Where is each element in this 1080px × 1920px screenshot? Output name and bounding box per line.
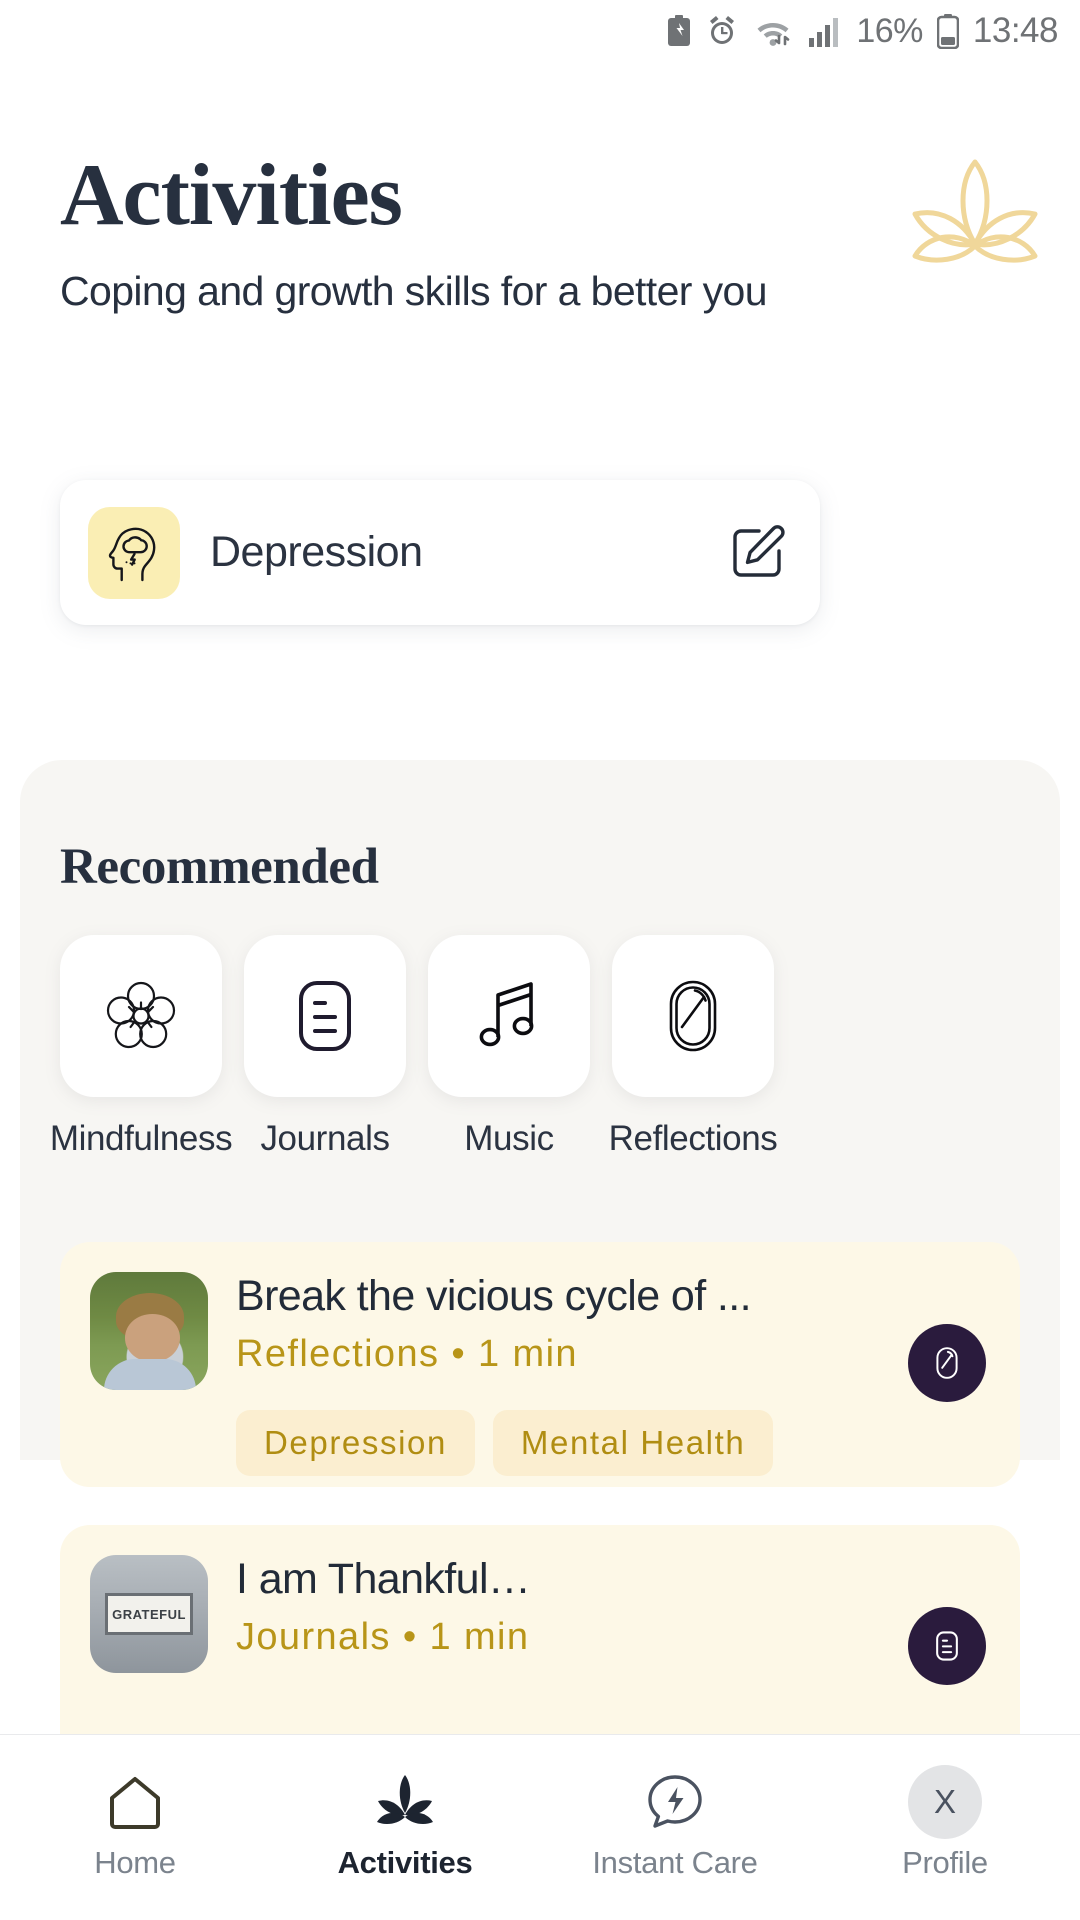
nav-label: Activities	[337, 1845, 473, 1880]
activity-badge-mirror-icon[interactable]	[908, 1324, 986, 1402]
category-row: Mindfulness Journals Music Reflections	[50, 935, 1020, 1159]
nav-label: Instant Care	[592, 1845, 758, 1880]
category-tile[interactable]	[60, 935, 222, 1097]
status-clock: 13:48	[972, 11, 1059, 50]
category-label: Music	[464, 1119, 554, 1158]
category-tile[interactable]	[612, 935, 774, 1097]
nav-label: Home	[94, 1845, 176, 1880]
activity-duration: 1 min	[478, 1333, 578, 1375]
activity-card[interactable]: Break the vicious cycle of ... Reflectio…	[60, 1242, 1020, 1487]
status-bar: 16% 13:48	[0, 0, 1080, 62]
wifi-icon	[752, 14, 794, 48]
nav-label: Profile	[902, 1845, 988, 1880]
edit-pencil-icon[interactable]	[722, 518, 792, 588]
home-icon	[104, 1765, 166, 1839]
topic-card-depression[interactable]: Depression	[60, 480, 820, 625]
flower-icon	[106, 981, 176, 1049]
activity-tags: Depression Mental Health	[236, 1410, 990, 1476]
app-screen: 16% 13:48 Activities Coping and growth s…	[0, 0, 1080, 1920]
category-tile[interactable]	[428, 935, 590, 1097]
music-note-icon	[479, 982, 534, 1047]
bottom-navigation: Home Activities Instant Care X Profile	[0, 1734, 1080, 1920]
nav-item-home[interactable]: Home	[0, 1765, 270, 1881]
category-journals[interactable]: Journals	[244, 935, 406, 1159]
head-depression-icon	[88, 506, 180, 599]
category-label: Mindfulness	[49, 1119, 233, 1158]
alarm-icon	[706, 14, 738, 48]
lotus-icon	[368, 1765, 442, 1839]
activity-duration: 1 min	[429, 1616, 530, 1658]
battery-saver-icon	[666, 14, 692, 48]
nav-item-activities[interactable]: Activities	[270, 1765, 540, 1881]
meta-separator: •	[451, 1333, 467, 1375]
avatar-icon: X	[908, 1765, 982, 1839]
page-subtitle: Coping and growth skills for a better yo…	[60, 268, 768, 314]
activity-meta: Journals • 1 min	[236, 1616, 990, 1659]
nav-item-instant-care[interactable]: Instant Care	[540, 1765, 810, 1881]
page-title: Activities	[60, 147, 403, 244]
meta-separator: •	[402, 1616, 418, 1658]
category-music[interactable]: Music	[428, 935, 590, 1159]
battery-percent-label: 16%	[856, 11, 923, 50]
activity-title: I am Thankful…	[236, 1555, 531, 1603]
lotus-icon	[860, 150, 1080, 280]
activity-meta: Reflections • 1 min	[236, 1333, 990, 1376]
category-tile[interactable]	[244, 935, 406, 1097]
category-label: Reflections	[608, 1119, 778, 1158]
mirror-icon	[669, 980, 717, 1052]
category-reflections[interactable]: Reflections	[609, 935, 778, 1159]
topic-label: Depression	[210, 528, 423, 576]
activity-category: Journals	[236, 1616, 391, 1658]
thumbnail-text: GRATEFUL	[105, 1592, 193, 1636]
activity-tag[interactable]: Mental Health	[492, 1410, 774, 1476]
activity-thumbnail	[90, 1272, 208, 1390]
recommended-heading: Recommended	[60, 839, 379, 895]
activity-thumbnail: GRATEFUL	[90, 1555, 208, 1673]
category-mindfulness[interactable]: Mindfulness	[50, 935, 233, 1159]
activity-category: Reflections	[236, 1333, 440, 1375]
category-label: Journals	[260, 1119, 390, 1158]
bolt-chat-icon	[644, 1765, 706, 1839]
battery-icon	[936, 13, 959, 49]
avatar: X	[908, 1765, 982, 1839]
activity-title: Break the vicious cycle of ...	[236, 1272, 752, 1320]
nav-item-profile[interactable]: X Profile	[810, 1765, 1080, 1881]
document-lines-icon	[299, 981, 351, 1051]
signal-icon	[808, 14, 842, 48]
activity-tag[interactable]: Depression	[236, 1410, 475, 1476]
activity-badge-document-icon[interactable]	[908, 1607, 986, 1685]
